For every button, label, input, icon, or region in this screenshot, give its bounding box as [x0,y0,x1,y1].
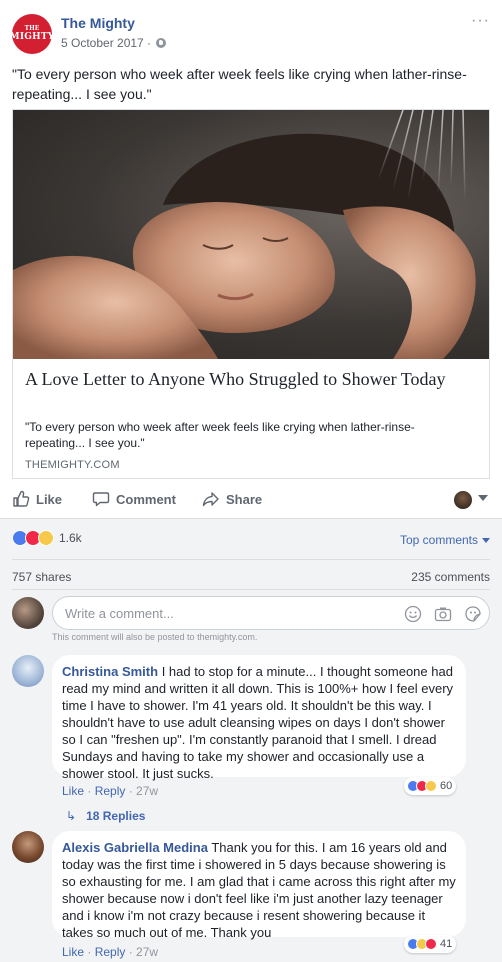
my-avatar [12,597,44,629]
share-button[interactable]: Share [202,490,262,508]
comment-reactions[interactable]: 41 [404,935,457,953]
comment-reactions[interactable]: 60 [404,777,457,795]
page-name-link[interactable]: The Mighty [61,15,135,31]
reactions-summary[interactable]: 1.6k [12,529,82,547]
thumbs-up-icon [13,490,30,507]
comment-bubble: Christina Smith I had to stop for a minu… [52,655,466,781]
comment-meta: Like · Reply · 27w [62,945,159,959]
emoji-icon[interactable] [403,604,423,624]
share-as-avatar[interactable] [454,491,472,509]
logo-big-text: MIGHTY [9,32,55,42]
like-button[interactable]: Like [12,490,62,508]
commenter-avatar[interactable] [12,655,44,687]
comment-reaction-count: 60 [440,780,453,792]
commenter-avatar[interactable] [12,831,44,863]
link-preview[interactable]: A Love Letter to Anyone Who Struggled to… [12,109,490,479]
chevron-down-icon [482,538,490,543]
action-bar: Like Comment Share [12,480,490,518]
post-date-text[interactable]: 5 October 2017 · [61,36,151,50]
post-card: THE MIGHTY The Mighty 5 October 2017 · ·… [0,0,502,962]
more-options-icon[interactable]: ··· [471,12,490,30]
comment-composer[interactable] [52,596,490,630]
comments-count[interactable]: 235 comments [411,570,490,584]
page-avatar-logo[interactable]: THE MIGHTY [9,14,55,54]
post-text: "To every person who week after week fee… [12,66,467,102]
comment-time[interactable]: 27w [136,784,158,798]
link-description: "To every person who week after week fee… [25,420,415,450]
replies-label: 18 Replies [86,809,146,823]
reactions-count[interactable]: 1.6k [59,531,82,545]
comment-reply-link[interactable]: Reply [95,945,126,959]
share-label: Share [226,491,263,507]
comments-section: 1.6k Top comments 757 shares 235 comment… [0,518,502,962]
comment-text: Thank you for this. I am 16 years old an… [62,840,456,940]
link-preview-image[interactable] [13,110,489,359]
link-title[interactable]: A Love Letter to Anyone Who Struggled to… [25,368,479,390]
love-reaction-icon [425,938,437,950]
sad-reaction-icon [38,530,54,546]
chevron-down-icon[interactable] [478,495,488,501]
comment-input[interactable] [65,606,395,621]
post-timestamp[interactable]: 5 October 2017 · [61,36,167,50]
comment-bubble: Alexis Gabriella Medina Thank you for th… [52,831,466,940]
comment-like-link[interactable]: Like [62,945,84,959]
shares-count[interactable]: 757 shares [12,570,71,584]
divider [12,589,490,590]
comment-author[interactable]: Alexis Gabriella Medina [62,840,208,855]
view-replies-link[interactable]: ↳ 18 Replies [66,809,145,823]
comment-icon [92,492,110,507]
globe-icon [156,38,167,48]
comment-text: I had to stop for a minute... I thought … [62,664,454,781]
share-arrow-icon [202,492,219,507]
shower-photo [13,110,476,359]
reply-arrow-icon: ↳ [66,809,77,823]
comment-meta: Like · Reply · 27w [62,784,159,798]
crosspost-notice: This comment will also be posted to them… [52,632,258,642]
comment-label: Comment [116,491,176,507]
comment-reaction-count: 41 [440,938,453,950]
sort-comments-dropdown[interactable]: Top comments [400,533,490,547]
link-domain: THEMIGHTY.COM [25,459,120,471]
like-label: Like [36,491,63,507]
sticker-icon[interactable] [463,604,483,624]
sort-label: Top comments [399,533,478,547]
camera-icon[interactable] [433,604,453,624]
comment-button[interactable]: Comment [92,490,176,508]
comment-reply-link[interactable]: Reply [95,784,126,798]
comment-time[interactable]: 27w [136,945,158,959]
comment-like-link[interactable]: Like [62,784,84,798]
comment-author[interactable]: Christina Smith [62,664,158,679]
sad-reaction-icon [425,780,437,792]
divider [12,559,490,560]
